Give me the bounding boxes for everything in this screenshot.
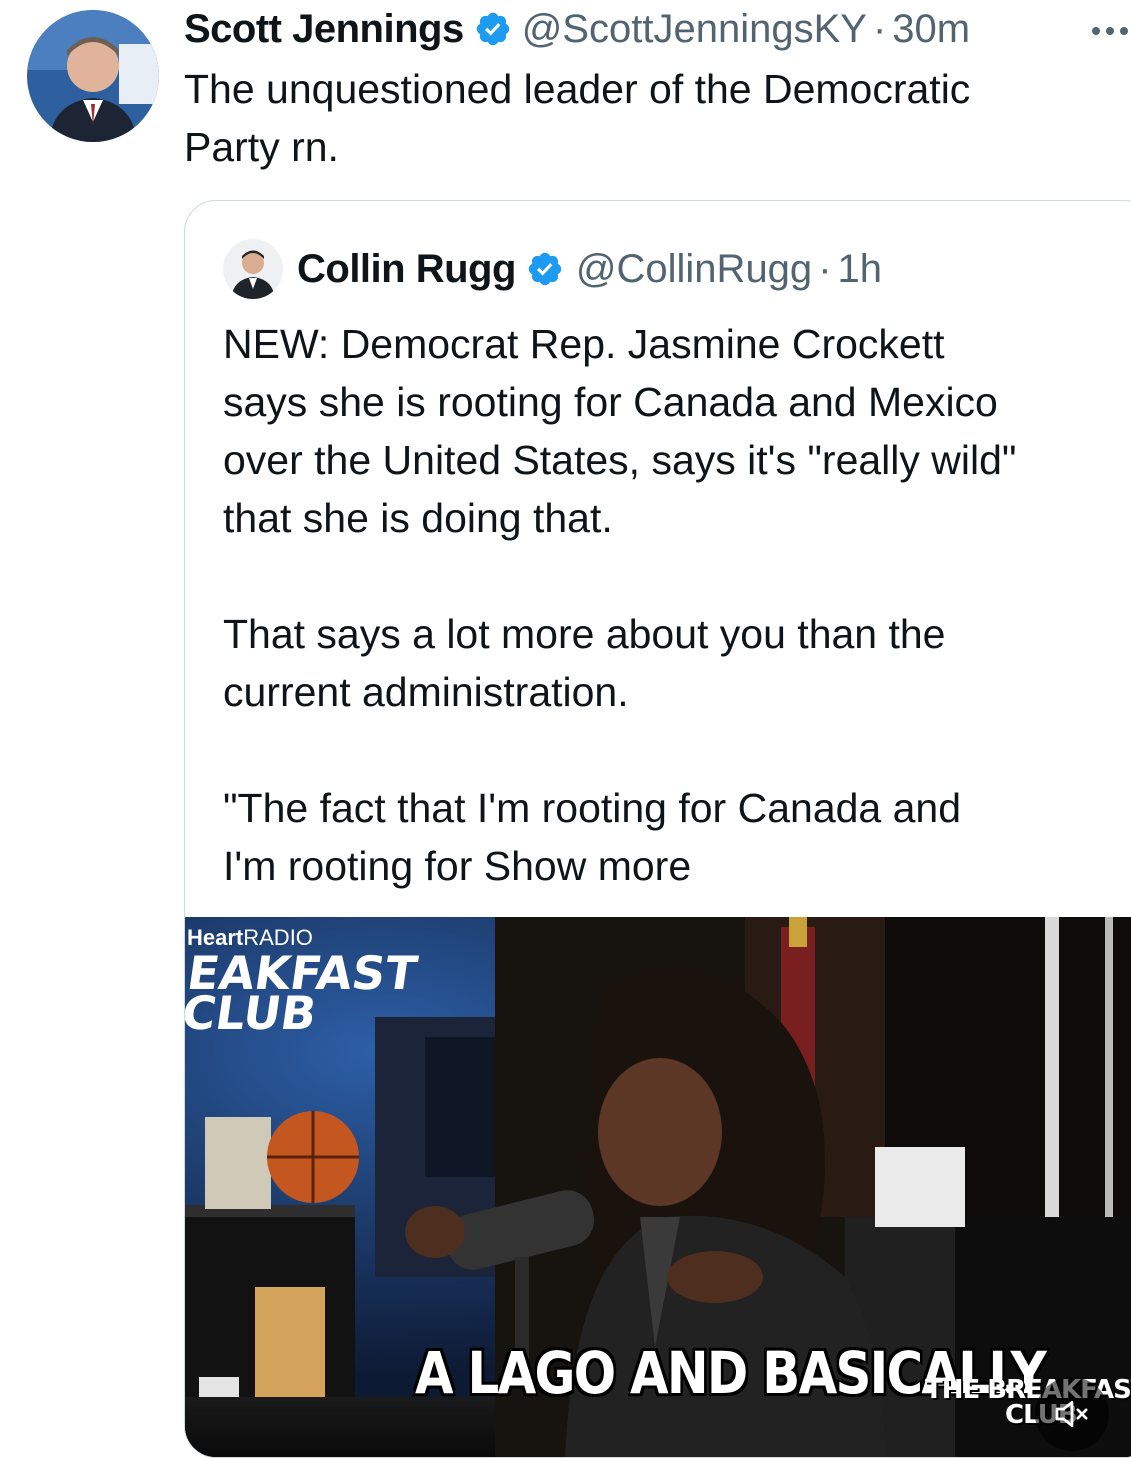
quoted-tweet-timestamp[interactable]: 1h [838,247,883,292]
quoted-tweet-body: NEW: Democrat Rep. Jasmine Crockett says… [223,321,1017,889]
quoted-author-display-name[interactable]: Collin Rugg [297,247,516,292]
verified-badge-icon [474,10,512,48]
author-avatar[interactable] [27,10,159,142]
author-display-name[interactable]: Scott Jennings [184,7,464,52]
breakfast-club-logo: EAKFAST CLUB [185,946,421,1040]
speaker-muted-icon [1055,1401,1088,1427]
quoted-tweet-card[interactable]: Collin Rugg @CollinRugg · 1h NEW: Democr… [184,200,1131,1458]
quoted-author-avatar[interactable] [223,239,283,299]
tweet-text: The unquestioned leader of the Democrati… [184,66,971,170]
tweet-timestamp[interactable]: 30m [892,7,970,52]
person-avatar-icon [27,10,159,142]
quoted-tweet-header: Collin Rugg @CollinRugg · 1h [223,239,882,299]
ellipsis-icon[interactable] [1090,24,1131,36]
separator-dot: · [818,246,832,291]
tweet-header: Scott Jennings @ScottJenningsKY · 30m [184,4,970,54]
person-avatar-icon [223,239,283,299]
separator-dot: · [872,6,887,51]
author-handle[interactable]: @ScottJenningsKY [522,7,867,52]
quoted-author-handle[interactable]: @CollinRugg [576,247,812,292]
mute-button[interactable] [1035,1377,1109,1451]
quoted-tweet-text: NEW: Democrat Rep. Jasmine Crockett says… [223,315,1123,895]
video-player[interactable]: HeartRADIO EAKFAST CLUB A LAGO AND BASIC… [185,917,1131,1457]
show-more-link[interactable]: Show more [484,843,691,889]
verified-badge-icon [526,250,564,288]
